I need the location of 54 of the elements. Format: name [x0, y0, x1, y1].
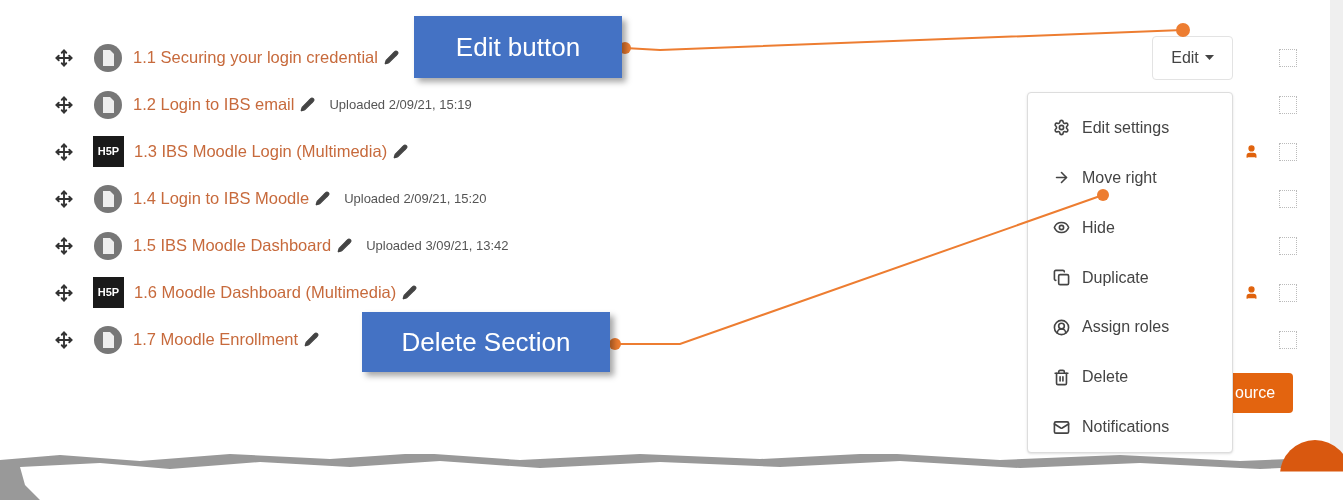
document-icon [93, 324, 123, 355]
document-icon [93, 42, 123, 73]
activity-link[interactable]: 1.2 Login to IBS email [133, 92, 295, 117]
move-icon[interactable] [55, 330, 73, 349]
checkbox[interactable] [1279, 236, 1297, 255]
callout-label: Delete Section [362, 312, 610, 372]
document-icon [93, 230, 123, 261]
move-icon[interactable] [55, 95, 73, 114]
move-icon[interactable] [55, 236, 73, 255]
menu-item[interactable]: Duplicate [1028, 252, 1232, 303]
move-icon[interactable] [55, 142, 73, 161]
envelope-icon [1053, 418, 1070, 436]
activity-link[interactable]: 1.6 Moodle Dashboard (Multimedia) [134, 280, 397, 305]
gear-icon [1053, 119, 1070, 137]
activity-link[interactable]: 1.4 Login to IBS Moodle [133, 186, 310, 211]
document-icon [93, 183, 123, 214]
pencil-icon[interactable] [402, 285, 418, 300]
menu-item[interactable]: Move right [1028, 152, 1232, 203]
user-circle-icon [1053, 318, 1070, 336]
h5p-logo: H5P [93, 277, 124, 308]
move-icon[interactable] [55, 189, 73, 208]
checkbox[interactable] [1279, 283, 1297, 302]
menu-item[interactable]: Assign roles [1028, 302, 1232, 353]
menu-item[interactable]: Delete [1028, 352, 1232, 403]
callout-label: Edit button [414, 16, 622, 78]
checkbox[interactable] [1279, 330, 1297, 349]
menu-item[interactable]: Notifications [1028, 402, 1232, 452]
upload-date: Uploaded 2/09/21, 15:20 [344, 189, 487, 208]
activity-link[interactable]: 1.3 IBS Moodle Login (Multimedia) [134, 139, 388, 164]
move-icon[interactable] [55, 48, 73, 67]
checkbox[interactable] [1279, 48, 1297, 67]
copy-icon [1053, 269, 1070, 286]
menu-item[interactable]: Hide [1028, 202, 1232, 253]
checkbox[interactable] [1279, 189, 1297, 208]
move-icon[interactable] [55, 283, 73, 302]
upload-date: Uploaded 3/09/21, 13:42 [366, 236, 509, 255]
activity-link[interactable]: 1.5 IBS Moodle Dashboard [133, 233, 332, 258]
h5p-logo: H5P [93, 136, 124, 167]
activity-link[interactable]: 1.7 Moodle Enrollment [133, 327, 299, 352]
pencil-icon[interactable] [383, 50, 399, 65]
edit-button[interactable]: Edit [1152, 35, 1233, 80]
pencil-icon[interactable] [393, 144, 409, 159]
document-icon [93, 89, 123, 120]
checkbox[interactable] [1279, 142, 1297, 161]
caret-icon [1204, 55, 1214, 60]
pencil-icon[interactable] [337, 238, 353, 253]
pencil-icon[interactable] [315, 191, 331, 206]
menu-item[interactable]: Edit settings [1028, 103, 1232, 153]
pencil-icon[interactable] [304, 332, 320, 347]
checkbox[interactable] [1279, 95, 1297, 114]
trash-icon [1053, 368, 1070, 386]
pencil-icon[interactable] [300, 97, 316, 112]
upload-date: Uploaded 2/09/21, 15:19 [329, 95, 472, 114]
activity-link[interactable]: 1.1 Securing your login credential [133, 45, 378, 70]
